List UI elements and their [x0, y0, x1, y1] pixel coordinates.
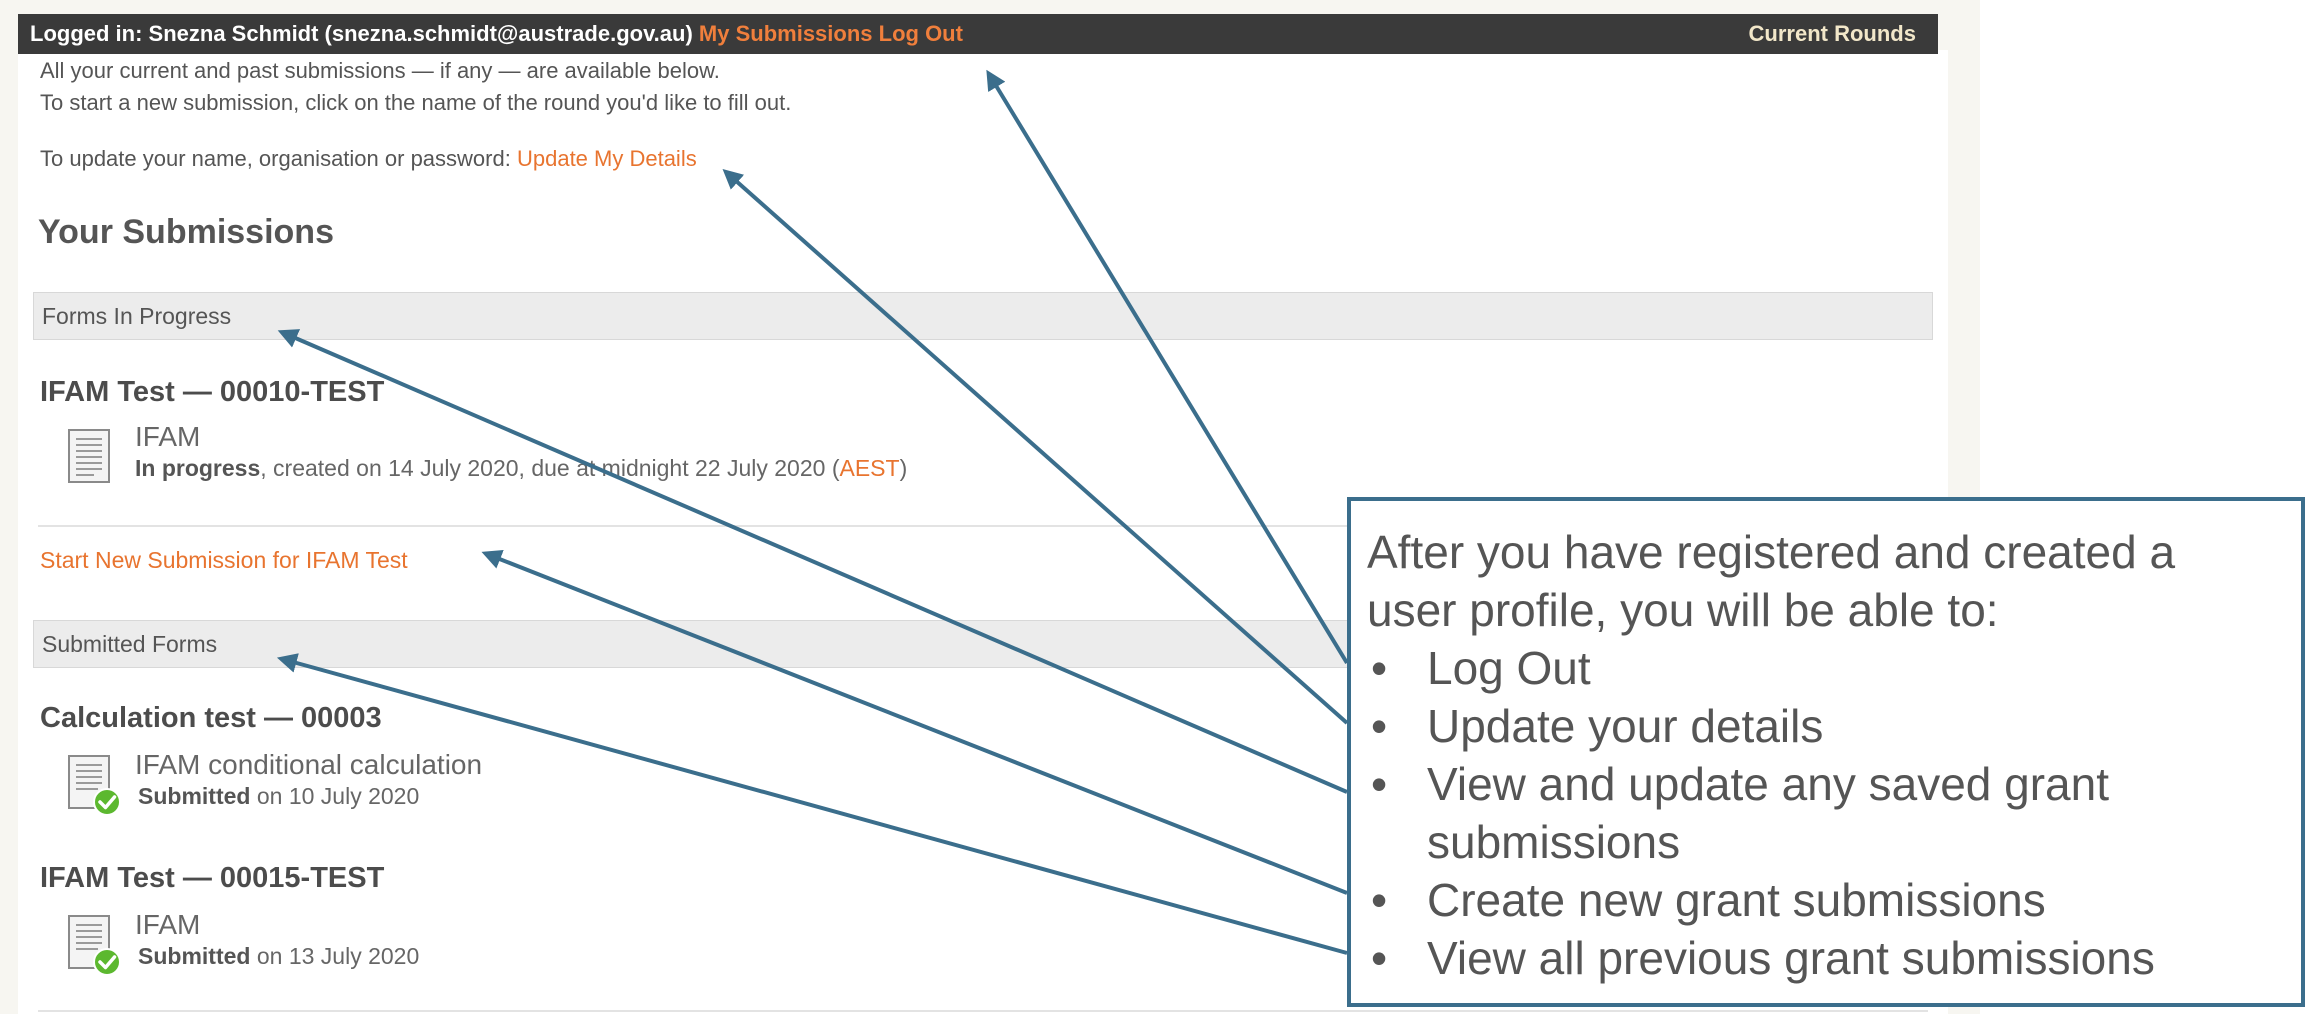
submission-status: In progress, created on 14 July 2020, du…	[135, 455, 907, 482]
callout-item-view-previous: View all previous grant submissions	[1367, 929, 2267, 987]
status-details: on 13 July 2020	[250, 943, 420, 969]
form-name[interactable]: IFAM	[135, 909, 200, 941]
callout-box: After you have registered and created a …	[1347, 497, 2305, 1007]
my-submissions-link[interactable]: My Submissions	[699, 21, 873, 46]
submission-status: Submitted on 10 July 2020	[138, 783, 419, 810]
update-details-prefix: To update your name, organisation or pas…	[40, 146, 511, 171]
timezone-link[interactable]: AEST	[839, 455, 899, 481]
submission-title[interactable]: Calculation test — 00003	[40, 702, 382, 735]
callout-item-view-update-saved: View and update any saved grant submissi…	[1367, 755, 2267, 871]
status-details: , created on 14 July 2020, due at midnig…	[260, 455, 840, 481]
form-name[interactable]: IFAM	[135, 421, 200, 453]
status-close-paren: )	[899, 455, 908, 481]
callout-list: Log Out Update your details View and upd…	[1367, 639, 2267, 987]
current-rounds-link[interactable]: Current Rounds	[1749, 14, 1916, 54]
section-divider	[38, 1010, 1928, 1012]
logged-in-user: Logged in: Snezna Schmidt (snezna.schmid…	[30, 21, 693, 46]
log-out-link[interactable]: Log Out	[879, 21, 963, 46]
logged-in-label: Logged in: Snezna Schmidt (snezna.schmid…	[30, 14, 963, 54]
status-details: on 10 July 2020	[250, 783, 420, 809]
intro-line-1: All your current and past submissions — …	[40, 58, 720, 83]
your-submissions-heading: Your Submissions	[38, 213, 334, 251]
callout-item-create-new: Create new grant submissions	[1367, 871, 2267, 929]
intro-line-2: To start a new submission, click on the …	[40, 90, 792, 115]
update-my-details-link[interactable]: Update My Details	[517, 146, 697, 171]
submission-status: Submitted on 13 July 2020	[138, 943, 419, 970]
forms-in-progress-header: Forms In Progress	[33, 292, 1933, 340]
document-submitted-icon[interactable]	[67, 754, 123, 818]
document-submitted-icon[interactable]	[67, 914, 123, 978]
submission-title[interactable]: IFAM Test — 00010-TEST	[40, 376, 384, 409]
status-label: In progress	[135, 455, 261, 481]
update-details-line: To update your name, organisation or pas…	[40, 146, 697, 172]
form-name[interactable]: IFAM conditional calculation	[135, 749, 482, 781]
start-new-submission-link[interactable]: Start New Submission for IFAM Test	[40, 547, 408, 574]
document-icon[interactable]	[67, 428, 111, 484]
callout-item-log-out: Log Out	[1367, 639, 2267, 697]
top-navigation-bar: Logged in: Snezna Schmidt (snezna.schmid…	[18, 14, 1938, 54]
callout-item-update-details: Update your details	[1367, 697, 2267, 755]
status-label: Submitted	[138, 783, 251, 809]
callout-intro: After you have registered and created a …	[1367, 526, 2176, 636]
submission-title[interactable]: IFAM Test — 00015-TEST	[40, 862, 384, 895]
status-label: Submitted	[138, 943, 251, 969]
